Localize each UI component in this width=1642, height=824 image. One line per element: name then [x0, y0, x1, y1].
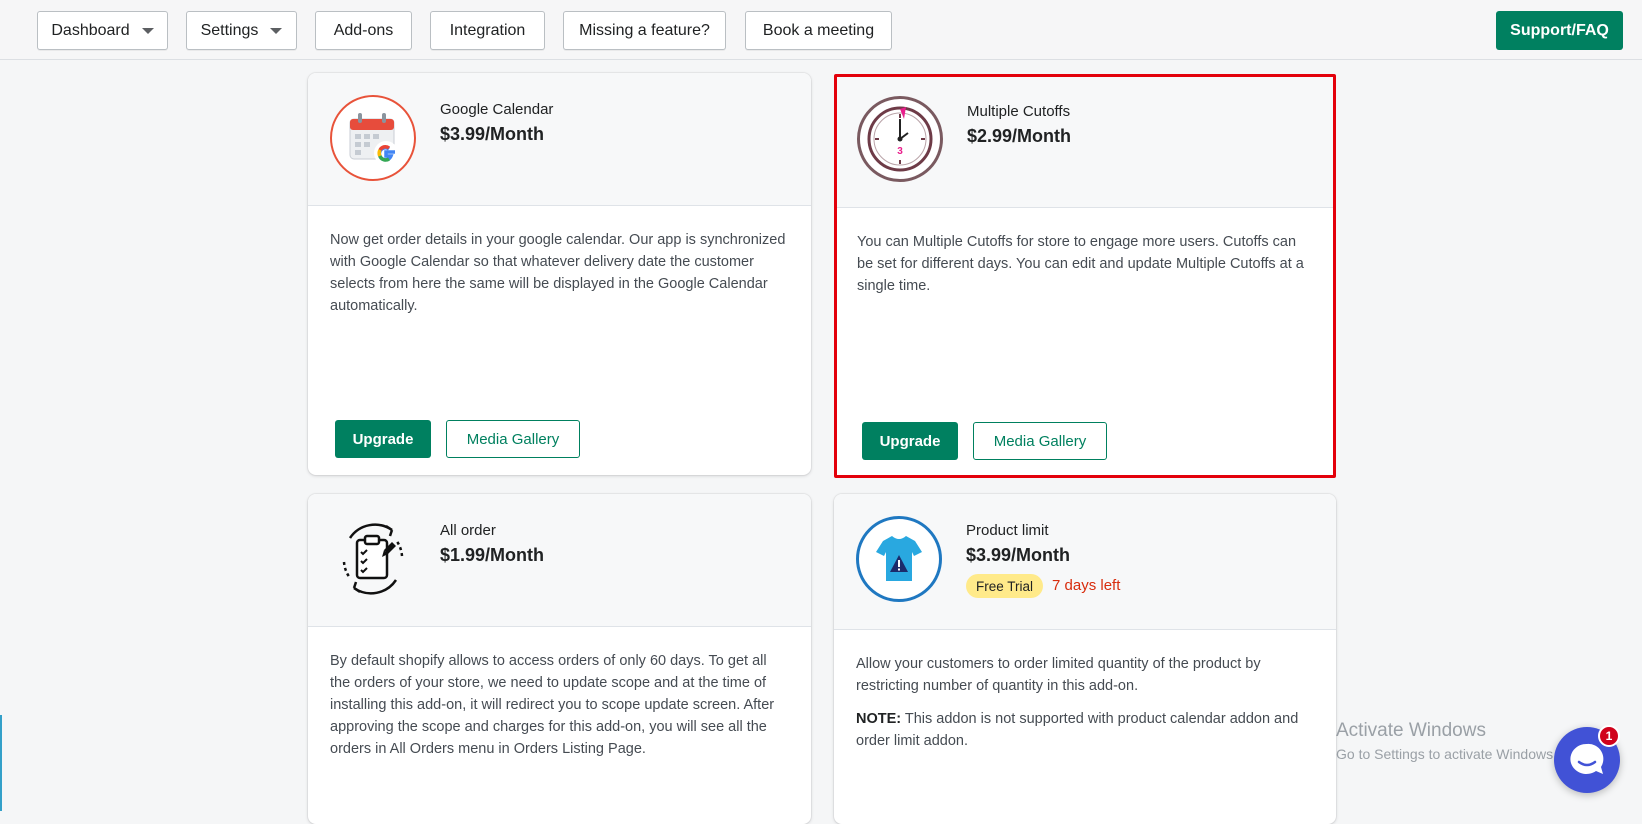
- card-description: Allow your customers to order limited qu…: [856, 656, 1261, 694]
- card-price: $3.99/Month: [966, 545, 1071, 565]
- addon-card-google-calendar: Google Calendar $3.99/Month Now get orde…: [308, 73, 811, 475]
- google-calendar-icon: [330, 95, 416, 181]
- dashboard-dropdown-button[interactable]: Dashboard: [37, 11, 168, 50]
- free-trial-badge: Free Trial: [966, 574, 1044, 598]
- card-title: Product limit: [966, 522, 1049, 539]
- integration-button[interactable]: Integration: [430, 11, 545, 50]
- caret-down-icon: [141, 27, 154, 34]
- card-title: All order: [440, 522, 496, 539]
- card-price: $3.99/Month: [440, 124, 545, 144]
- card-header: 3 Multiple Cutoffs $2.99/Month: [837, 77, 1333, 208]
- addon-card-multiple-cutoffs: 3 Multiple Cutoffs $2.99/Month You can M…: [834, 74, 1336, 478]
- clock-number: 3: [897, 146, 903, 157]
- top-navigation-bar: Dashboard Settings Add-ons Integration M…: [0, 0, 1642, 60]
- addons-button[interactable]: Add-ons: [315, 11, 412, 50]
- settings-label: Settings: [200, 21, 259, 39]
- card-header: Google Calendar $3.99/Month: [308, 73, 811, 206]
- clipboard-refresh-icon: [330, 516, 416, 602]
- book-meeting-label: Book a meeting: [762, 21, 875, 39]
- missing-feature-label: Missing a feature?: [579, 21, 710, 39]
- tshirt-warning-icon: [856, 516, 942, 602]
- clock-icon: 3: [857, 96, 943, 182]
- upgrade-button[interactable]: Upgrade: [862, 422, 958, 460]
- addons-label: Add-ons: [333, 21, 394, 39]
- card-note: NOTE: This addon is not supported with p…: [856, 708, 1314, 752]
- missing-feature-button[interactable]: Missing a feature?: [563, 11, 726, 50]
- settings-dropdown-button[interactable]: Settings: [186, 11, 297, 50]
- card-description: Now get order details in your google cal…: [330, 232, 786, 314]
- card-header: All order $1.99/Month: [308, 494, 811, 627]
- dashboard-label: Dashboard: [51, 21, 130, 39]
- addon-card-all-order: All order $1.99/Month By default shopify…: [308, 494, 811, 824]
- note-text: This addon is not supported with product…: [856, 711, 1299, 749]
- note-label: NOTE:: [856, 711, 902, 727]
- support-faq-button[interactable]: Support/FAQ: [1496, 11, 1623, 50]
- card-header: Product limit $3.99/Month Free Trial 7 d…: [834, 494, 1336, 630]
- book-meeting-button[interactable]: Book a meeting: [745, 11, 892, 50]
- days-left-text: 7 days left: [1052, 577, 1121, 594]
- integration-label: Integration: [449, 21, 526, 39]
- card-price: $2.99/Month: [967, 126, 1072, 146]
- card-description: You can Multiple Cutoffs for store to en…: [857, 234, 1304, 294]
- card-description: By default shopify allows to access orde…: [330, 653, 775, 757]
- addon-card-product-limit: Product limit $3.99/Month Free Trial 7 d…: [834, 494, 1336, 824]
- support-faq-label: Support/FAQ: [1510, 21, 1609, 39]
- chat-notification-badge: 1: [1598, 725, 1620, 747]
- card-title: Google Calendar: [440, 101, 554, 118]
- activate-windows-title: Activate Windows: [1336, 720, 1486, 741]
- media-gallery-button[interactable]: Media Gallery: [973, 422, 1107, 460]
- activate-windows-subtitle: Go to Settings to activate Windows.: [1336, 746, 1557, 762]
- left-edge-accent: [0, 715, 2, 811]
- caret-down-icon: [270, 27, 283, 34]
- card-title: Multiple Cutoffs: [967, 103, 1071, 120]
- card-price: $1.99/Month: [440, 545, 545, 565]
- upgrade-button[interactable]: Upgrade: [335, 420, 431, 458]
- media-gallery-button[interactable]: Media Gallery: [446, 420, 580, 458]
